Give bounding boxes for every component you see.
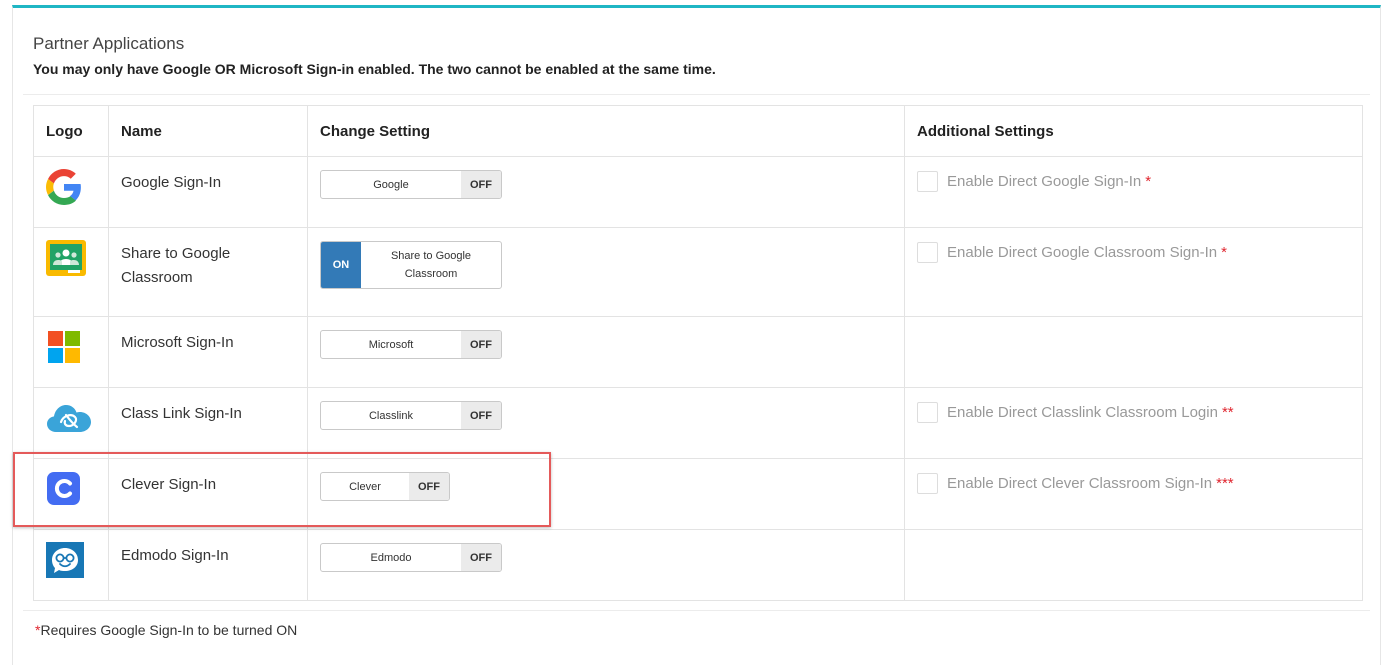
toggle-label: Google bbox=[373, 178, 409, 191]
toggle-state: ON bbox=[321, 242, 361, 288]
logo-cell bbox=[33, 156, 109, 228]
table-header-row: Logo Name Change Setting Additional Sett… bbox=[33, 105, 1363, 157]
toggle-label: Microsoft bbox=[368, 338, 414, 351]
clever-toggle[interactable]: Clever OFF bbox=[320, 472, 450, 501]
app-name: Microsoft Sign-In bbox=[108, 316, 308, 388]
change-setting-cell: Clever OFF bbox=[307, 458, 905, 530]
footnote: *Requires Google Sign-In to be turned ON bbox=[35, 622, 297, 638]
direct-google-classroom-signin-checkbox[interactable] bbox=[917, 242, 938, 263]
direct-google-signin-checkbox[interactable] bbox=[917, 171, 938, 192]
classlink-icon bbox=[47, 405, 91, 432]
additional-settings-cell bbox=[904, 529, 1363, 601]
partner-applications-panel: Partner Applications You may only have G… bbox=[12, 5, 1381, 665]
divider bbox=[23, 610, 1370, 611]
direct-clever-signin-checkbox[interactable] bbox=[917, 473, 938, 494]
logo-cell bbox=[33, 529, 109, 601]
additional-settings-cell: Enable Direct Google Classroom Sign-In * bbox=[904, 227, 1363, 317]
edmodo-toggle[interactable]: Edmodo OFF bbox=[320, 543, 502, 572]
logo-cell bbox=[33, 227, 109, 317]
app-name: Google Sign-In bbox=[108, 156, 308, 228]
classlink-toggle[interactable]: Classlink OFF bbox=[320, 401, 502, 430]
table-row: Google Sign-In Google OFF Enable Direct … bbox=[33, 156, 1363, 228]
direct-classlink-login-checkbox[interactable] bbox=[917, 402, 938, 423]
additional-settings-cell bbox=[904, 316, 1363, 388]
microsoft-icon bbox=[48, 331, 80, 363]
footnote-text: Requires Google Sign-In to be turned ON bbox=[40, 622, 298, 638]
toggle-label: Share to Google Classroom bbox=[390, 250, 472, 280]
toggle-state: OFF bbox=[409, 473, 449, 500]
required-marker: ** bbox=[1221, 404, 1234, 421]
clever-icon bbox=[47, 472, 80, 505]
header-additional-settings: Additional Settings bbox=[904, 105, 1363, 157]
table-row: Microsoft Sign-In Microsoft OFF bbox=[33, 316, 1363, 388]
logo-cell bbox=[33, 316, 109, 388]
toggle-state: OFF bbox=[461, 171, 501, 198]
required-marker: *** bbox=[1216, 475, 1234, 492]
app-name: Share to Google Classroom bbox=[108, 227, 308, 317]
header-logo: Logo bbox=[33, 105, 109, 157]
change-setting-cell: ON Share to Google Classroom bbox=[307, 227, 905, 317]
change-setting-cell: Classlink OFF bbox=[307, 387, 905, 459]
microsoft-toggle[interactable]: Microsoft OFF bbox=[320, 330, 502, 359]
app-name: Edmodo Sign-In bbox=[108, 529, 308, 601]
logo-cell bbox=[33, 387, 109, 459]
additional-settings-cell: Enable Direct Clever Classroom Sign-In *… bbox=[904, 458, 1363, 530]
logo-cell bbox=[33, 458, 109, 530]
google-classroom-icon bbox=[46, 240, 86, 276]
header-name: Name bbox=[108, 105, 308, 157]
toggle-label: Classlink bbox=[368, 409, 413, 422]
checkbox-label: Enable Direct Classlink Classroom Login bbox=[947, 404, 1218, 421]
toggle-label: Clever bbox=[349, 480, 381, 493]
table-row: Class Link Sign-In Classlink OFF Enable … bbox=[33, 387, 1363, 459]
google-classroom-toggle[interactable]: ON Share to Google Classroom bbox=[320, 241, 502, 289]
checkbox-label: Enable Direct Clever Classroom Sign-In bbox=[947, 475, 1213, 492]
app-name: Clever Sign-In bbox=[108, 458, 308, 530]
table-row: Share to Google Classroom ON Share to Go… bbox=[33, 227, 1363, 317]
toggle-state: OFF bbox=[461, 402, 501, 429]
toggle-state: OFF bbox=[461, 331, 501, 358]
required-marker: * bbox=[1145, 173, 1152, 190]
divider bbox=[23, 94, 1370, 95]
toggle-state: OFF bbox=[461, 544, 501, 571]
required-marker: * bbox=[1221, 244, 1227, 261]
table-row: Clever Sign-In Clever OFF Enable Direct … bbox=[33, 458, 1363, 530]
additional-settings-cell: Enable Direct Google Sign-In * bbox=[904, 156, 1363, 228]
app-name: Class Link Sign-In bbox=[108, 387, 308, 459]
table-row: Edmodo Sign-In Edmodo OFF bbox=[33, 529, 1363, 601]
google-toggle[interactable]: Google OFF bbox=[320, 170, 502, 199]
edmodo-icon bbox=[46, 542, 84, 578]
checkbox-label: Enable Direct Google Sign-In bbox=[947, 173, 1142, 190]
change-setting-cell: Google OFF bbox=[307, 156, 905, 228]
partner-apps-table: Logo Name Change Setting Additional Sett… bbox=[33, 105, 1363, 601]
header-change-setting: Change Setting bbox=[307, 105, 905, 157]
additional-settings-cell: Enable Direct Classlink Classroom Login … bbox=[904, 387, 1363, 459]
panel-title: Partner Applications bbox=[33, 34, 185, 53]
checkbox-label: Enable Direct Google Classroom Sign-In bbox=[947, 244, 1218, 261]
panel-warning: You may only have Google OR Microsoft Si… bbox=[33, 61, 716, 77]
change-setting-cell: Microsoft OFF bbox=[307, 316, 905, 388]
toggle-label: Edmodo bbox=[370, 551, 412, 564]
change-setting-cell: Edmodo OFF bbox=[307, 529, 905, 601]
google-icon bbox=[46, 169, 81, 205]
